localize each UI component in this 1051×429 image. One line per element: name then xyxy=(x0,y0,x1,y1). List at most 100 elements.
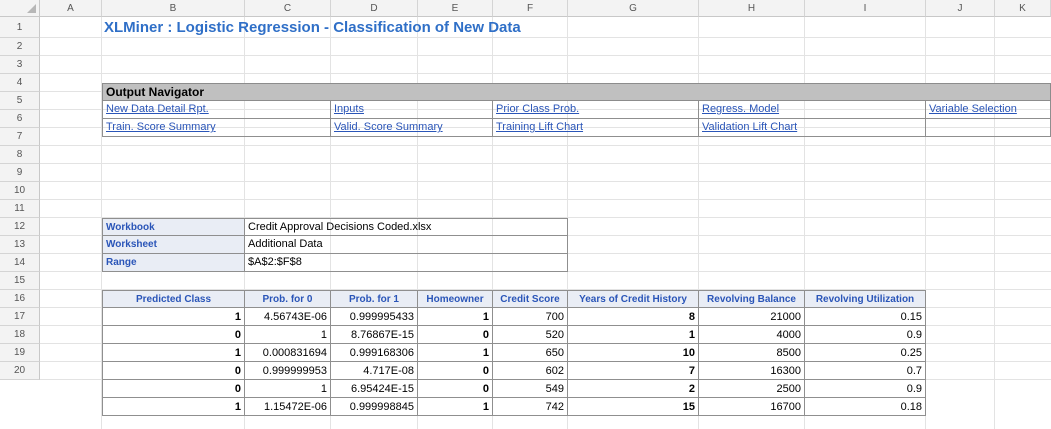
select-all-triangle xyxy=(27,4,36,13)
table-cell: 520 xyxy=(493,326,568,344)
table-cell: 0 xyxy=(102,362,245,380)
header-years-credit-history: Years of Credit History xyxy=(568,290,699,308)
gridline xyxy=(40,199,1051,200)
link-new-data-detail-rpt[interactable]: New Data Detail Rpt. xyxy=(102,101,331,119)
row-header-20[interactable]: 20 xyxy=(0,362,40,380)
column-header-i[interactable]: I xyxy=(805,0,926,17)
table-cell: 549 xyxy=(493,380,568,398)
link-prior-class-prob[interactable]: Prior Class Prob. xyxy=(493,101,699,119)
table-cell: 742 xyxy=(493,398,568,416)
table-cell: 4.717E-08 xyxy=(331,362,418,380)
row-header-17[interactable]: 17 xyxy=(0,308,40,326)
link-train-score-summary[interactable]: Train. Score Summary xyxy=(102,119,331,137)
link-variable-selection[interactable]: Variable Selection xyxy=(926,101,1051,119)
row-header-7[interactable]: 7 xyxy=(0,128,40,146)
row-header-14[interactable]: 14 xyxy=(0,254,40,272)
worksheet-value: Additional Data xyxy=(245,236,568,254)
table-cell: 0 xyxy=(418,380,493,398)
table-cell: 8.76867E-15 xyxy=(331,326,418,344)
column-header-h[interactable]: H xyxy=(699,0,805,17)
gridline xyxy=(40,181,1051,182)
gridline xyxy=(40,73,1051,74)
table-cell: 10 xyxy=(568,344,699,362)
link-valid-score-summary[interactable]: Valid. Score Summary xyxy=(331,119,493,137)
table-cell: 700 xyxy=(493,308,568,326)
row-header-12[interactable]: 12 xyxy=(0,218,40,236)
table-cell: 1.15472E-06 xyxy=(245,398,331,416)
link-regress-model[interactable]: Regress. Model xyxy=(699,101,926,119)
table-cell: 4.56743E-06 xyxy=(245,308,331,326)
navigator-empty-cell xyxy=(926,119,1051,137)
header-homeowner: Homeowner xyxy=(418,290,493,308)
column-header-a[interactable]: A xyxy=(40,0,102,17)
table-cell: 1 xyxy=(568,326,699,344)
table-cell: 1 xyxy=(102,344,245,362)
column-header-j[interactable]: J xyxy=(926,0,995,17)
table-cell: 0.999999953 xyxy=(245,362,331,380)
link-training-lift-chart[interactable]: Training Lift Chart xyxy=(493,119,699,137)
table-cell: 8 xyxy=(568,308,699,326)
table-cell: 0.999168306 xyxy=(331,344,418,362)
row-header-13[interactable]: 13 xyxy=(0,236,40,254)
gridline xyxy=(40,145,1051,146)
column-header-d[interactable]: D xyxy=(331,0,418,17)
row-header-16[interactable]: 16 xyxy=(0,290,40,308)
header-prob-0: Prob. for 0 xyxy=(245,290,331,308)
table-cell: 0.18 xyxy=(805,398,926,416)
row-header-19[interactable]: 19 xyxy=(0,344,40,362)
range-label: Range xyxy=(102,254,245,272)
row-header-8[interactable]: 8 xyxy=(0,146,40,164)
row-header-15[interactable]: 15 xyxy=(0,272,40,290)
gridline xyxy=(40,163,1051,164)
row-header-6[interactable]: 6 xyxy=(0,110,40,128)
column-header-b[interactable]: B xyxy=(102,0,245,17)
column-header-f[interactable]: F xyxy=(493,0,568,17)
table-cell: 1 xyxy=(418,308,493,326)
row-header-18[interactable]: 18 xyxy=(0,326,40,344)
row-header-4[interactable]: 4 xyxy=(0,74,40,92)
table-cell: 16700 xyxy=(699,398,805,416)
table-cell: 0.7 xyxy=(805,362,926,380)
row-header-1[interactable]: 1 xyxy=(0,17,40,38)
gridline xyxy=(40,55,1051,56)
output-navigator-header: Output Navigator xyxy=(102,83,1051,101)
table-cell: 1 xyxy=(418,344,493,362)
header-credit-score: Credit Score xyxy=(493,290,568,308)
column-header-g[interactable]: G xyxy=(568,0,699,17)
table-cell: 650 xyxy=(493,344,568,362)
column-header-k[interactable]: K xyxy=(995,0,1051,17)
table-cell: 1 xyxy=(245,326,331,344)
table-cell: 0 xyxy=(418,326,493,344)
table-cell: 0.9 xyxy=(805,326,926,344)
select-all-corner[interactable] xyxy=(0,0,40,17)
table-cell: 2500 xyxy=(699,380,805,398)
table-cell: 0 xyxy=(102,380,245,398)
table-cell: 2 xyxy=(568,380,699,398)
row-header-2[interactable]: 2 xyxy=(0,38,40,56)
gridline xyxy=(994,17,995,429)
table-cell: 0.000831694 xyxy=(245,344,331,362)
table-cell: 0.9 xyxy=(805,380,926,398)
table-cell: 0 xyxy=(418,362,493,380)
workbook-label: Workbook xyxy=(102,218,245,236)
table-cell: 15 xyxy=(568,398,699,416)
report-title: XLMiner : Logistic Regression - Classifi… xyxy=(104,19,521,36)
row-header-5[interactable]: 5 xyxy=(0,92,40,110)
column-header-c[interactable]: C xyxy=(245,0,331,17)
table-cell: 4000 xyxy=(699,326,805,344)
row-header-3[interactable]: 3 xyxy=(0,56,40,74)
table-cell: 16300 xyxy=(699,362,805,380)
row-header-11[interactable]: 11 xyxy=(0,200,40,218)
table-cell: 1 xyxy=(245,380,331,398)
link-validation-lift-chart[interactable]: Validation Lift Chart xyxy=(699,119,926,137)
table-cell: 1 xyxy=(102,308,245,326)
workbook-value: Credit Approval Decisions Coded.xlsx xyxy=(245,218,568,236)
header-revolving-balance: Revolving Balance xyxy=(699,290,805,308)
table-cell: 1 xyxy=(418,398,493,416)
column-header-e[interactable]: E xyxy=(418,0,493,17)
link-inputs[interactable]: Inputs xyxy=(331,101,493,119)
row-header-10[interactable]: 10 xyxy=(0,182,40,200)
table-cell: 7 xyxy=(568,362,699,380)
row-header-9[interactable]: 9 xyxy=(0,164,40,182)
table-cell: 0.15 xyxy=(805,308,926,326)
